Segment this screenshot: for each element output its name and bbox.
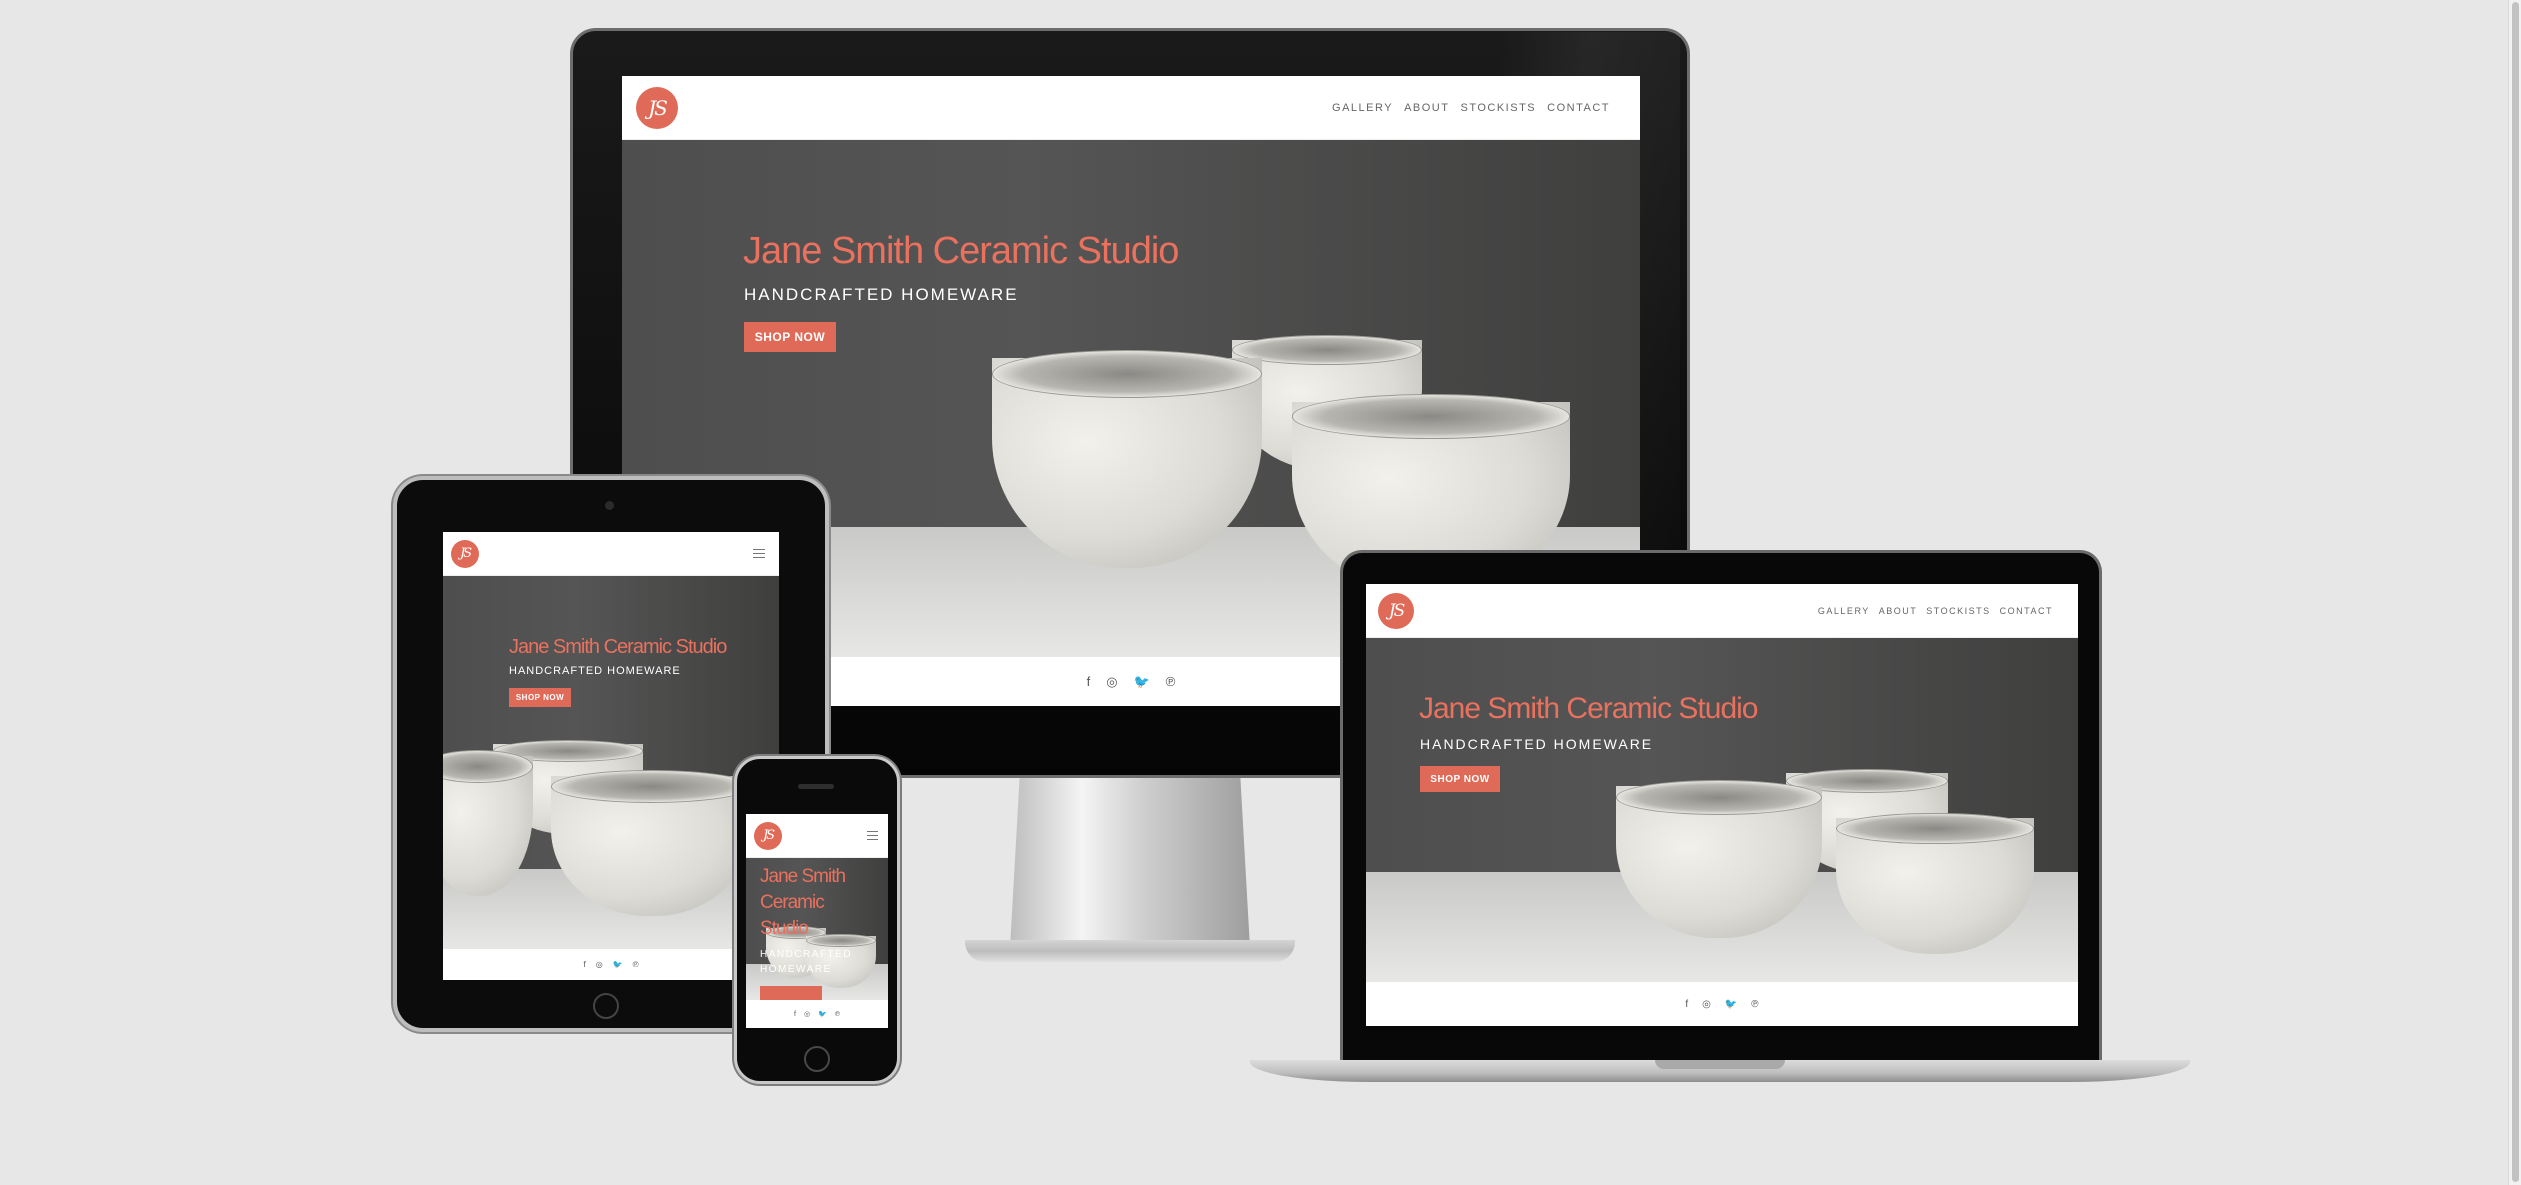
hero-title: Jane Smith Ceramic Studio — [760, 866, 846, 939]
instagram-icon[interactable]: ◎ — [1702, 999, 1711, 1010]
nav-stockists[interactable]: STOCKISTS — [1926, 606, 1990, 616]
js-logo[interactable]: JS — [451, 539, 479, 568]
hero-subtitle: HANDCRAFTED HOMEWARE — [1420, 736, 1654, 752]
shop-now-button[interactable] — [760, 986, 822, 1000]
hero-subtitle: HANDCRAFTED HOMEWARE — [509, 665, 681, 677]
pinterest-icon[interactable]: ℗ — [1166, 674, 1176, 689]
site-header: JS — [443, 532, 779, 576]
shop-now-button[interactable]: SHOP NOW — [509, 688, 571, 707]
hero-title: Jane Smith Ceramic Studio — [509, 636, 727, 658]
nav-stockists[interactable]: STOCKISTS — [1460, 102, 1536, 114]
twitter-icon[interactable]: 🐦 — [1725, 999, 1737, 1010]
website-laptop: JS GALLERY ABOUT STOCKISTS CONTACT Jane … — [1366, 584, 2078, 1026]
logo-text: JS — [1388, 600, 1406, 621]
instagram-icon[interactable]: ◎ — [1106, 674, 1117, 690]
hero-section: Jane Smith Ceramic Studio HANDCRAFTED HO… — [443, 576, 779, 949]
nav-gallery[interactable]: GALLERY — [1332, 102, 1393, 114]
facebook-icon[interactable]: f — [794, 1011, 796, 1018]
nav-contact[interactable]: CONTACT — [2000, 606, 2053, 616]
phone: JS Jane Smith Ceramic Studio HANDCRAFTED… — [734, 756, 900, 1086]
website-phone: JS Jane Smith Ceramic Studio HANDCRAFTED… — [746, 814, 888, 1028]
facebook-icon[interactable]: f — [583, 960, 585, 969]
hero-title: Jane Smith Ceramic Studio — [743, 230, 1179, 272]
hero-subtitle: HANDCRAFTED HOMEWARE — [744, 285, 1019, 304]
tablet-camera — [605, 501, 614, 510]
tablet-home-button — [593, 993, 619, 1019]
site-footer: f ◎ 🐦 ℗ — [443, 949, 779, 980]
main-navigation: GALLERY ABOUT STOCKISTS CONTACT — [1818, 606, 2053, 616]
instagram-icon[interactable]: ◎ — [596, 960, 603, 969]
laptop-notch — [1655, 1060, 1785, 1069]
twitter-icon[interactable]: 🐦 — [613, 960, 623, 969]
laptop: JS GALLERY ABOUT STOCKISTS CONTACT Jane … — [1250, 550, 2190, 1100]
site-footer: f ◎ 🐦 ℗ — [1366, 982, 2078, 1026]
nav-gallery[interactable]: GALLERY — [1818, 606, 1870, 616]
nav-about[interactable]: ABOUT — [1879, 606, 1918, 616]
hamburger-menu-icon[interactable] — [753, 549, 765, 558]
instagram-icon[interactable]: ◎ — [804, 1010, 810, 1018]
nav-about[interactable]: ABOUT — [1404, 102, 1449, 114]
js-logo[interactable]: JS — [1378, 592, 1414, 629]
hero-title: Jane Smith Ceramic Studio — [1419, 692, 1758, 725]
website-tablet: JS Jane Smith Ceramic Studio HANDCRAFTED… — [443, 532, 779, 980]
site-header: JS GALLERY ABOUT STOCKISTS CONTACT — [622, 76, 1640, 140]
monitor-stand-base — [965, 940, 1295, 962]
site-footer: f ◎ 🐦 ℗ — [746, 1000, 888, 1028]
shop-now-button[interactable]: SHOP NOW — [744, 322, 836, 352]
nav-contact[interactable]: CONTACT — [1547, 102, 1610, 114]
logo-text: JS — [648, 95, 668, 120]
twitter-icon[interactable]: 🐦 — [1134, 674, 1150, 690]
scrollbar-thumb[interactable] — [2512, 2, 2519, 1182]
hamburger-menu-icon[interactable] — [867, 831, 878, 840]
monitor-stand-neck — [1010, 778, 1250, 948]
phone-screen: JS Jane Smith Ceramic Studio HANDCRAFTED… — [746, 814, 888, 1028]
facebook-icon[interactable]: f — [1087, 674, 1091, 689]
page-scrollbar[interactable] — [2508, 0, 2521, 1185]
phone-speaker — [798, 784, 834, 789]
shop-now-button[interactable]: SHOP NOW — [1420, 766, 1500, 792]
hero-subtitle: HANDCRAFTED HOMEWARE — [760, 949, 853, 975]
phone-home-button — [804, 1046, 830, 1072]
pinterest-icon[interactable]: ℗ — [633, 960, 639, 969]
logo-text: JS — [459, 546, 472, 561]
site-header: JS GALLERY ABOUT STOCKISTS CONTACT — [1366, 584, 2078, 638]
main-navigation: GALLERY ABOUT STOCKISTS CONTACT — [1332, 102, 1610, 114]
hero-section: Jane Smith Ceramic Studio HANDCRAFTED HO… — [1366, 638, 2078, 982]
laptop-screen: JS GALLERY ABOUT STOCKISTS CONTACT Jane … — [1366, 584, 2078, 1026]
hero-section: Jane Smith Ceramic Studio HANDCRAFTED HO… — [746, 858, 888, 1000]
logo-text: JS — [762, 828, 775, 843]
pinterest-icon[interactable]: ℗ — [1751, 999, 1758, 1010]
site-header: JS — [746, 814, 888, 858]
pinterest-icon[interactable]: ℗ — [835, 1011, 840, 1018]
facebook-icon[interactable]: f — [1685, 999, 1688, 1010]
tablet-screen: JS Jane Smith Ceramic Studio HANDCRAFTED… — [443, 532, 779, 980]
twitter-icon[interactable]: 🐦 — [818, 1010, 827, 1018]
js-logo[interactable]: JS — [754, 821, 782, 850]
js-logo[interactable]: JS — [636, 86, 678, 129]
